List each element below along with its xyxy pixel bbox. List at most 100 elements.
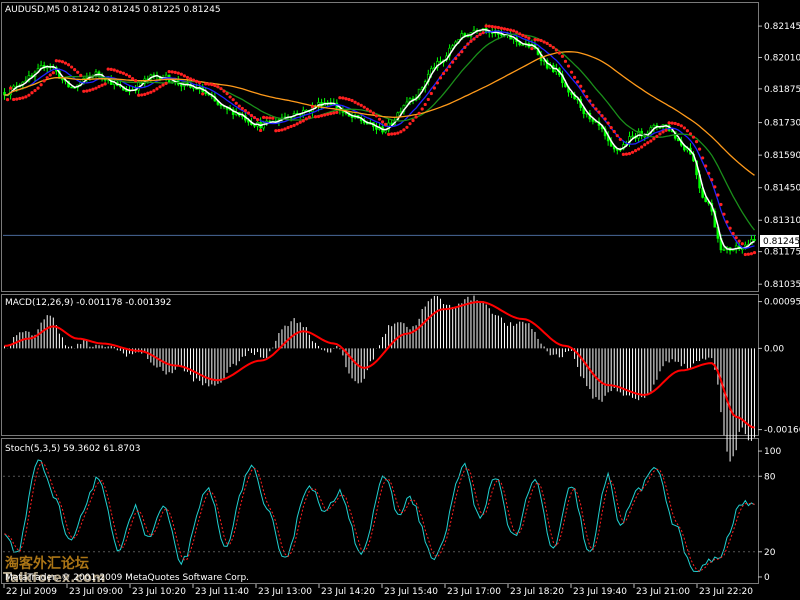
sar-dot [33,88,37,93]
sar-dot [749,252,754,256]
candle-body [12,85,15,89]
sar-dot [12,97,16,102]
sar-dot [481,31,485,35]
sar-dot [435,81,440,85]
time-tick-label: 23 Jul 13:00 [258,587,312,597]
candle-body [61,78,64,81]
sar-dot [347,97,351,102]
sar-dot [508,28,513,32]
sar-dot [597,110,601,114]
sar-dot [643,143,647,147]
sar-dot [295,122,299,126]
sar-dot [246,111,251,115]
time-tick-label: 23 Jul 09:00 [69,587,123,597]
sar-dot [310,104,315,109]
sar-dot [365,107,369,111]
sar-dot [682,126,686,130]
time-tick-label: 22 Jul 2009 [6,587,57,597]
sar-dot [292,123,296,127]
sar-dot [728,226,732,230]
sar-dot [633,149,638,153]
sar-dot [637,147,641,151]
sar-dot [466,42,470,46]
sar-dot [694,140,699,144]
sar-dot [100,83,104,87]
sar-dot [109,67,113,71]
sar-dot [140,93,144,97]
sar-dot [396,131,400,135]
sar-dot [752,250,757,255]
sar-dot [60,60,65,64]
sar-dot [652,137,656,141]
candle-body [643,135,647,138]
sar-dot [143,92,147,96]
sar-dot [380,120,385,124]
sar-dot [499,26,504,30]
sar-dot [640,145,644,149]
sar-dot [688,132,693,136]
sar-dot [606,121,610,125]
sar-dot [664,128,668,132]
sar-dot [557,51,561,55]
sar-dot [441,71,446,76]
sar-dot [387,132,391,136]
sar-dot [73,67,77,72]
sar-dot [231,98,235,102]
sar-dot [289,124,293,129]
sar-dot [560,54,565,58]
watermark-cn: 淘客外汇论坛 [5,555,89,572]
sar-dot [457,53,461,57]
sar-dot [204,82,208,86]
sar-dot [536,38,540,42]
sar-dot [243,109,247,113]
candle-body [70,86,73,89]
sar-dot [91,87,95,91]
sar-dot [21,96,25,100]
sar-dot [475,34,479,39]
macd-label: MACD(12,26,9) -0.001178 -0.001392 [5,298,171,308]
sar-dot [66,63,71,67]
sar-dot [173,70,177,74]
sar-dot [149,90,153,94]
sar-dot [112,68,116,72]
sar-dot [76,70,80,74]
sar-dot [713,185,717,189]
sar-dot [691,135,696,139]
sar-dot [265,116,269,120]
price-axis-tick-label: 0.81035 [764,280,800,290]
sar-dot [240,106,244,111]
candle-body [500,34,503,36]
sar-dot [301,119,305,123]
sar-dot [362,105,366,109]
metatrader-chart: 0.82145 0.82010 0.81875 0.81730 0.81590 0.814… [1,2,800,597]
sar-dot [164,81,168,85]
sar-dot [57,59,61,63]
sar-dot [30,91,34,95]
sar-dot [24,95,28,99]
sar-dot [341,96,345,100]
sar-dot [152,89,156,93]
sar-dot [201,92,205,96]
sar-dot [319,114,324,118]
sar-dot [411,118,415,123]
sar-dot [82,89,86,93]
sar-dot [252,115,257,120]
sar-dot [579,84,583,88]
sar-dot [127,74,132,78]
sar-dot [42,79,46,83]
sar-dot [277,128,281,133]
sar-dot [161,83,165,87]
sar-dot [646,141,650,145]
ma-white-line [4,28,755,250]
sar-dot [496,25,500,30]
sar-dot [85,89,89,93]
sar-dot [179,72,183,76]
sar-dot [54,59,58,63]
sar-dot [612,129,616,134]
sar-dot [88,88,92,92]
sar-dot [600,114,604,118]
sar-dot [15,97,19,101]
stoch-panel [1,438,759,584]
time-tick-label: 23 Jul 17:00 [447,587,501,597]
sar-dot [371,111,376,115]
